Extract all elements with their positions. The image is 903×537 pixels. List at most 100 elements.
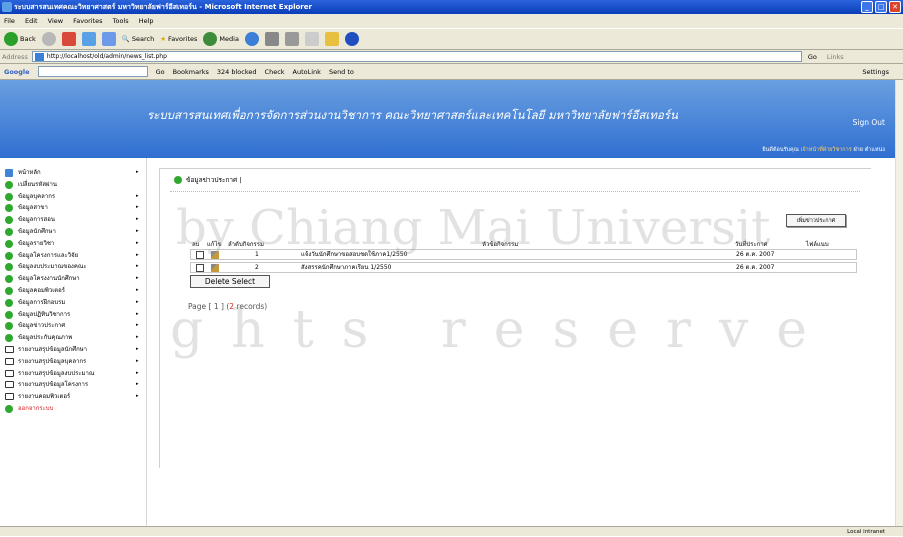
col-file: ไฟล์แนบ bbox=[806, 241, 829, 248]
edit-icon[interactable] bbox=[211, 264, 219, 272]
sidebar-item[interactable]: ข้อมูลรายวิชา ▸ bbox=[0, 238, 146, 250]
bullet-icon bbox=[174, 176, 182, 184]
chevron-right-icon: ▸ bbox=[136, 216, 139, 223]
sidebar-item[interactable]: รายงานคอมพิวเตอร์ ▸ bbox=[0, 391, 146, 403]
chevron-right-icon: ▸ bbox=[136, 251, 139, 258]
sidebar-item-label: ข้อมูลโครงงานนักศึกษา bbox=[18, 275, 80, 283]
chevron-right-icon: ▸ bbox=[136, 239, 139, 246]
favorites-button[interactable]: ★ Favorites bbox=[160, 35, 197, 43]
col-date: วันที่ประกาศ bbox=[735, 241, 768, 248]
google-go-button[interactable]: Go bbox=[156, 68, 165, 76]
sidebar-item-label: ข้อมูลโครงการและวิจัย bbox=[18, 251, 79, 259]
add-news-button[interactable]: เพิ่มข่าวประกาศ bbox=[786, 214, 846, 227]
mail-button[interactable] bbox=[264, 32, 279, 46]
bullet-icon bbox=[5, 286, 13, 295]
book-icon bbox=[5, 369, 14, 377]
chevron-right-icon: ▸ bbox=[136, 310, 139, 317]
sidebar-item[interactable]: รายงานสรุปข้อมูลบุคลากร ▸ bbox=[0, 356, 146, 368]
sidebar-item[interactable]: รายงานสรุปข้อมูลโครงการ ▸ bbox=[0, 379, 146, 391]
media-button[interactable]: Media bbox=[203, 32, 239, 46]
menu-favorites[interactable]: Favorites bbox=[73, 17, 102, 25]
bookmarks-button[interactable]: Bookmarks bbox=[173, 68, 209, 76]
divider bbox=[170, 191, 860, 192]
sidebar-item[interactable]: ข้อมูลโครงการและวิจัย ▸ bbox=[0, 250, 146, 262]
browser-toolbar: Back 🔍 Search ★ Favorites Media bbox=[0, 28, 903, 50]
site-header: ระบบสารสนเทศเพื่อการจัดการส่วนงานวิชาการ… bbox=[0, 80, 895, 158]
media-icon bbox=[203, 32, 218, 46]
sign-out-link[interactable]: Sign Out bbox=[853, 118, 885, 127]
search-button[interactable]: 🔍 Search bbox=[122, 35, 154, 43]
sidebar-item[interactable]: ข้อมูลปฏิทินวิชาการ ▸ bbox=[0, 309, 146, 321]
sidebar-item[interactable]: ข้อมูลสาขา ▸ bbox=[0, 202, 146, 214]
edit-icon[interactable] bbox=[211, 251, 219, 259]
menu-file[interactable]: File bbox=[4, 17, 15, 25]
table-header: ลบ แก้ไข ลำดับกิจกรรม หัวข้อกิจกรรม วันท… bbox=[190, 239, 857, 249]
bullet-icon bbox=[5, 334, 13, 343]
minimize-button[interactable]: _ bbox=[861, 1, 873, 13]
panel-heading: ข้อมูลข่าวประกาศ | bbox=[174, 175, 241, 185]
folder-button[interactable] bbox=[324, 32, 339, 46]
forward-button[interactable] bbox=[41, 32, 56, 46]
row-number: 2 bbox=[255, 264, 259, 271]
autolink-button[interactable]: AutoLink bbox=[293, 68, 321, 76]
sidebar-item-label: ข้อมูลรายวิชา bbox=[18, 239, 55, 247]
go-button[interactable]: Go bbox=[808, 53, 817, 61]
row-checkbox[interactable] bbox=[196, 251, 204, 259]
chevron-right-icon: ▸ bbox=[136, 169, 139, 175]
popup-blocked-button[interactable]: 324 blocked bbox=[217, 68, 257, 76]
bluetooth-button[interactable] bbox=[344, 32, 359, 46]
sidebar-item-label: ข้อมูลงบประมาณของคณะ bbox=[18, 263, 87, 271]
ie-icon bbox=[2, 2, 12, 12]
news-table: ลบ แก้ไข ลำดับกิจกรรม หัวข้อกิจกรรม วันท… bbox=[190, 239, 857, 275]
maximize-button[interactable]: □ bbox=[875, 1, 887, 13]
sidebar-item-label: ข้อมูลบุคลากร bbox=[18, 192, 56, 200]
sidebar-item[interactable]: ข้อมูลงบประมาณของคณะ ▸ bbox=[0, 261, 146, 273]
row-checkbox[interactable] bbox=[196, 264, 204, 272]
address-input[interactable]: http://localhost/old/admin/news_list.php bbox=[31, 51, 802, 62]
menu-edit[interactable]: Edit bbox=[25, 17, 38, 25]
menu-help[interactable]: Help bbox=[139, 17, 154, 25]
vertical-scrollbar[interactable] bbox=[895, 80, 903, 526]
chevron-right-icon: ▸ bbox=[136, 345, 139, 352]
sidebar-item-label: เปลี่ยนรหัสผ่าน bbox=[18, 180, 57, 188]
sidebar-item[interactable]: เปลี่ยนรหัสผ่าน bbox=[0, 179, 146, 191]
sidebar-item[interactable]: รายงานสรุปข้อมูลงบประมาณ ▸ bbox=[0, 368, 146, 380]
sidebar-item[interactable]: ข้อมูลการฝึกอบรม ▸ bbox=[0, 297, 146, 309]
chevron-right-icon: ▸ bbox=[136, 334, 139, 341]
bullet-icon bbox=[5, 275, 13, 284]
sidebar-item[interactable]: ข้อมูลข่าวประกาศ ▸ bbox=[0, 320, 146, 332]
sidebar-item[interactable]: ข้อมูลประกันคุณภาพ ▸ bbox=[0, 332, 146, 344]
links-button[interactable]: Links bbox=[827, 53, 844, 61]
sidebar-item-label: ข้อมูลคอมพิวเตอร์ bbox=[18, 286, 66, 294]
print-button[interactable] bbox=[284, 32, 299, 46]
menu-tools[interactable]: Tools bbox=[113, 17, 129, 25]
home-button[interactable] bbox=[101, 32, 116, 46]
sidebar-item[interactable]: ข้อมูลโครงงานนักศึกษา ▸ bbox=[0, 273, 146, 285]
sidebar-item[interactable]: ข้อมูลคอมพิวเตอร์ ▸ bbox=[0, 285, 146, 297]
sendto-button[interactable]: Send to bbox=[329, 68, 354, 76]
sidebar-item-label: รายงานสรุปข้อมูลนักศึกษา bbox=[18, 345, 88, 353]
sidebar-item-label: รายงานสรุปข้อมูลบุคลากร bbox=[18, 357, 87, 365]
settings-button[interactable]: Settings bbox=[862, 68, 889, 76]
sidebar-item[interactable]: หน้าหลัก ▸ bbox=[0, 167, 146, 179]
history-button[interactable] bbox=[244, 32, 259, 46]
sidebar-item[interactable]: รายงานสรุปข้อมูลนักศึกษา ▸ bbox=[0, 344, 146, 356]
google-search-input[interactable] bbox=[37, 66, 148, 77]
stop-button[interactable] bbox=[61, 32, 76, 46]
edit-button[interactable] bbox=[304, 32, 319, 46]
sidebar-item[interactable]: ข้อมูลการสอน ▸ bbox=[0, 214, 146, 226]
bullet-icon bbox=[5, 180, 13, 189]
sidebar-item[interactable]: ออกจากระบบ bbox=[0, 403, 146, 415]
close-button[interactable]: ✕ bbox=[889, 1, 901, 13]
back-button[interactable]: Back bbox=[4, 32, 36, 46]
check-button[interactable]: Check bbox=[265, 68, 285, 76]
sidebar-item[interactable]: ข้อมูลบุคลากร ▸ bbox=[0, 191, 146, 203]
delete-select-button[interactable]: Delete Select bbox=[190, 275, 270, 288]
col-edit: แก้ไข bbox=[207, 241, 222, 248]
bullet-icon bbox=[5, 310, 13, 319]
refresh-button[interactable] bbox=[81, 32, 96, 46]
search-icon: 🔍 bbox=[121, 35, 130, 43]
sidebar-item[interactable]: ข้อมูลนักศึกษา ▸ bbox=[0, 226, 146, 238]
menu-view[interactable]: View bbox=[48, 17, 63, 25]
sidebar-item-label: รายงานสรุปข้อมูลโครงการ bbox=[18, 381, 89, 389]
